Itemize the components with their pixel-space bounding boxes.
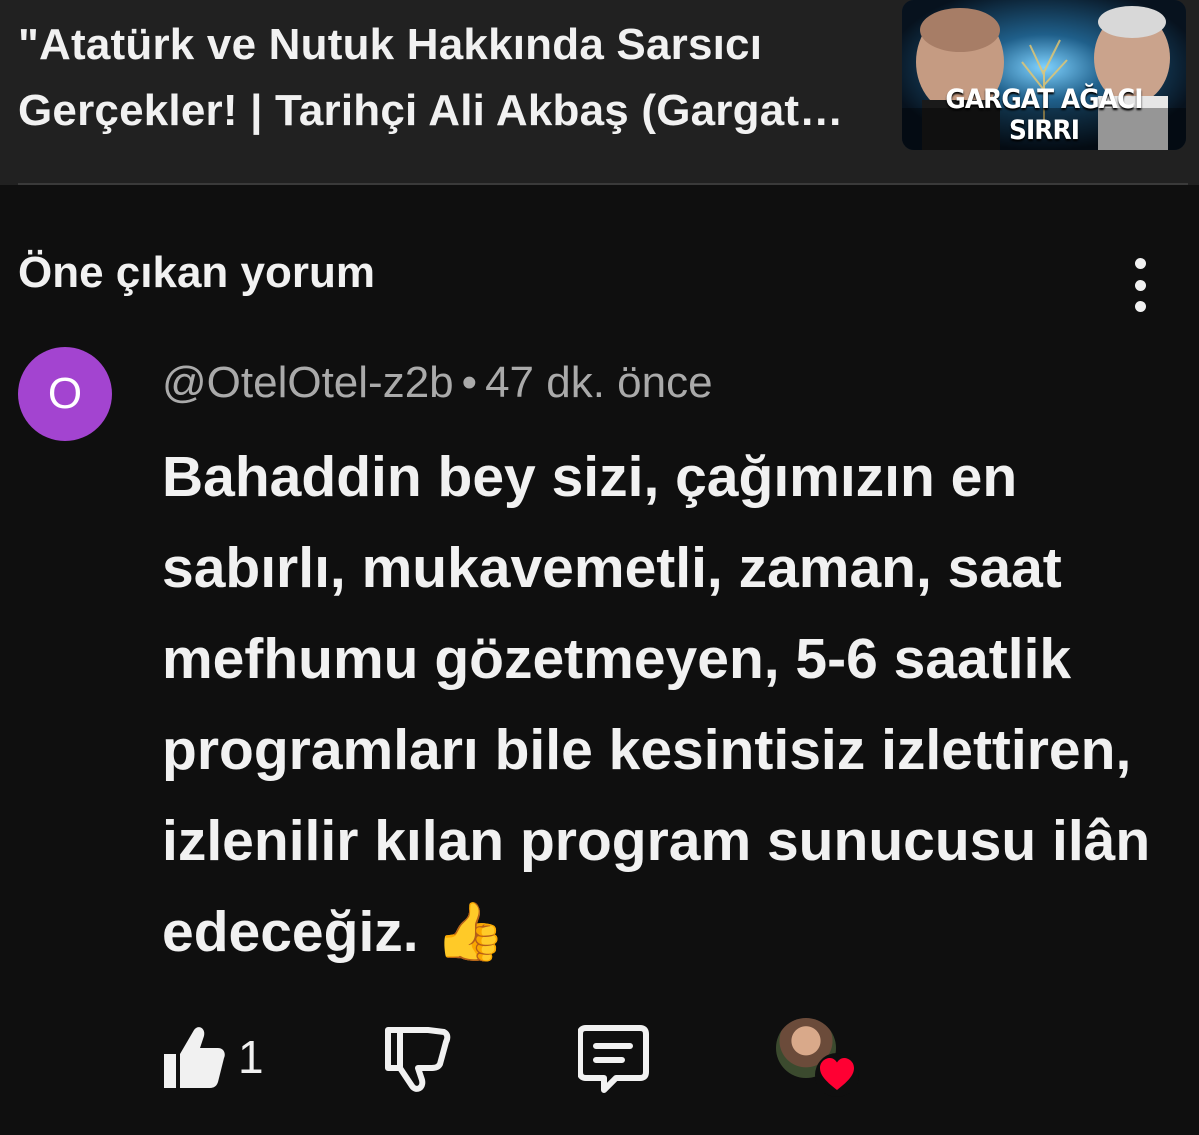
- comment-time: 47 dk. önce: [485, 358, 713, 407]
- video-title[interactable]: "Atatürk ve Nutuk Hakkında Sarsıcı Gerçe…: [18, 12, 888, 144]
- comment-author[interactable]: @OtelOtel-z2b: [162, 358, 454, 407]
- header-divider: [18, 183, 1188, 185]
- comment-body[interactable]: Bahaddin bey sizi, çağımızın en sabırlı,…: [162, 432, 1162, 978]
- menu-dot: [1134, 301, 1146, 312]
- comment-text: Bahaddin bey sizi, çağımızın en sabırlı,…: [162, 445, 1151, 964]
- thumbs-down-icon[interactable]: [382, 1018, 452, 1098]
- like-count: 1: [238, 1031, 264, 1083]
- thumbnail-caption: GARGAT AĞACI SIRRI: [945, 84, 1143, 146]
- comment-actions: 1: [0, 1010, 1199, 1110]
- video-header[interactable]: "Atatürk ve Nutuk Hakkında Sarsıcı Gerçe…: [0, 0, 1199, 185]
- comment-meta: @OtelOtel-z2b • 47 dk. önce: [162, 358, 713, 408]
- video-thumbnail[interactable]: GARGAT AĞACI SIRRI: [902, 0, 1186, 150]
- thumbs-up-emoji: 👍: [434, 899, 506, 965]
- meta-separator: •: [461, 358, 478, 407]
- heart-icon: [815, 1053, 859, 1097]
- reply-icon[interactable]: [577, 1018, 650, 1098]
- menu-dot: [1134, 279, 1146, 291]
- commenter-avatar[interactable]: O: [18, 347, 112, 441]
- section-title: Öne çıkan yorum: [18, 248, 376, 297]
- menu-dot: [1134, 258, 1146, 269]
- thumbs-up-icon[interactable]: [158, 1016, 228, 1096]
- creator-heart-icon[interactable]: [776, 1018, 860, 1102]
- vertical-ellipsis-icon[interactable]: [1120, 258, 1160, 312]
